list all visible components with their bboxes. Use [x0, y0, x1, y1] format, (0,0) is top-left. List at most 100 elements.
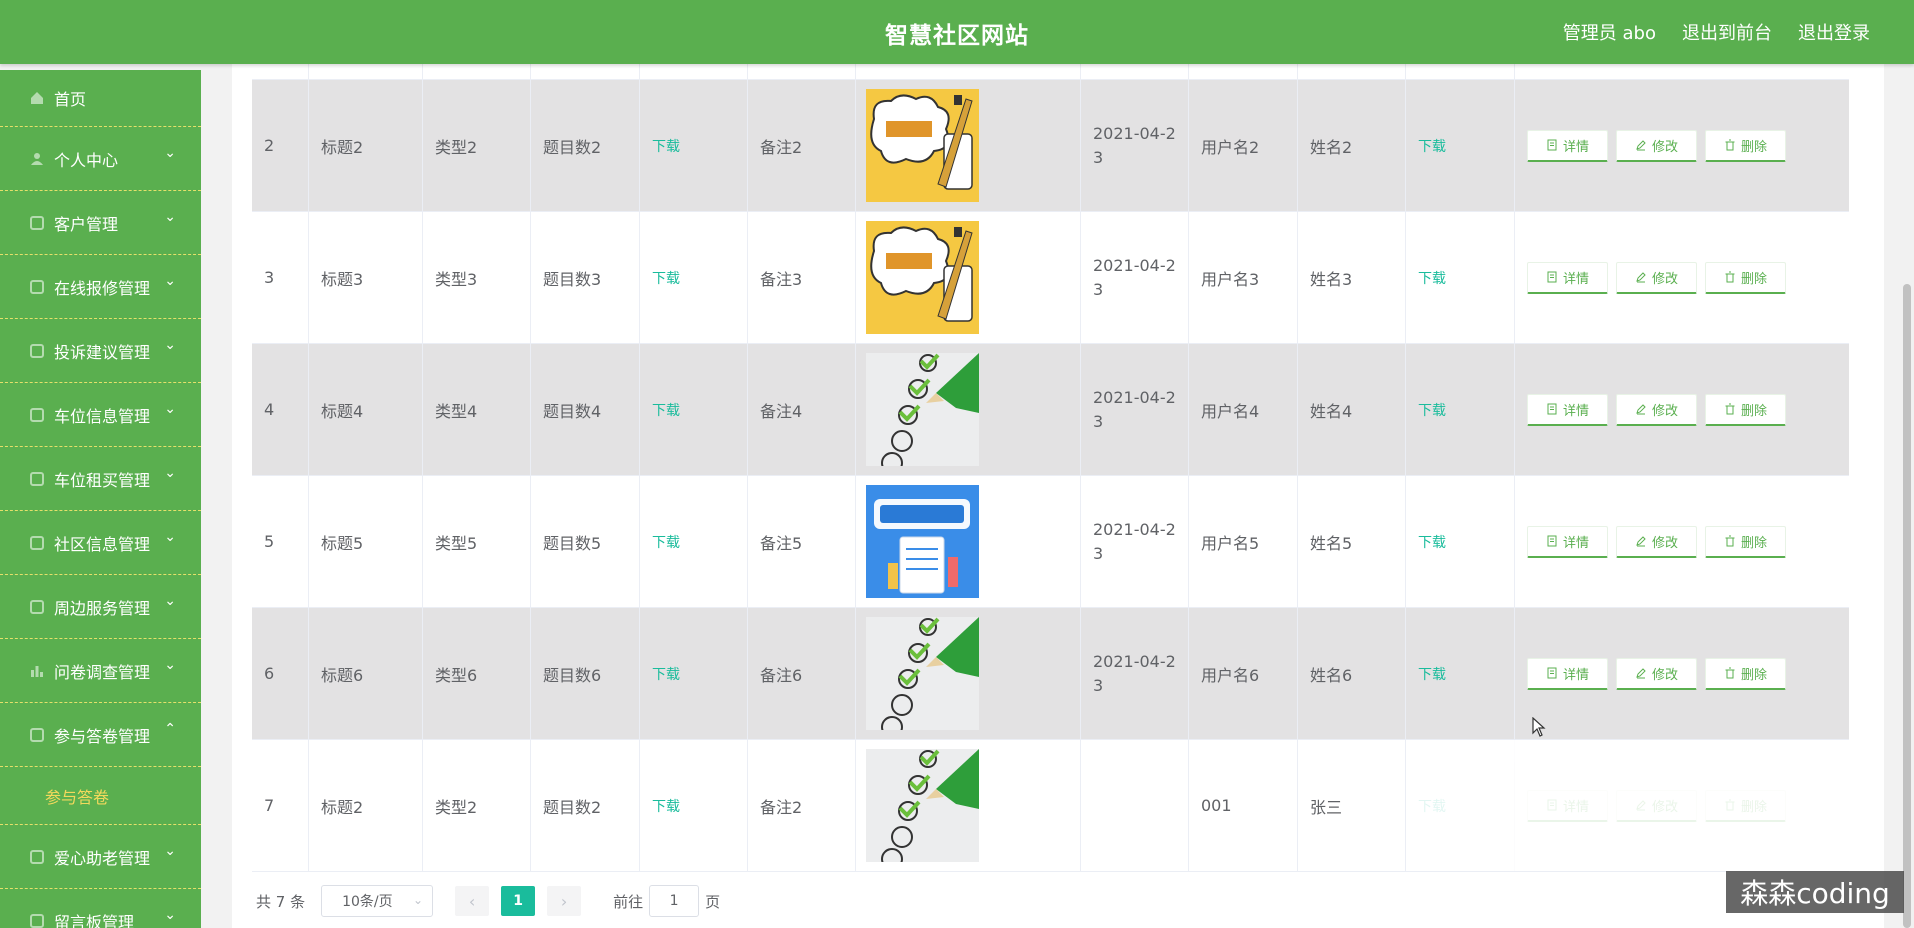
sidebar-item-5[interactable]: 车位信息管理 ⌄ [0, 383, 201, 447]
detail-button[interactable]: 详情 [1527, 657, 1608, 690]
edit-label: 修改 [1651, 667, 1678, 683]
delete-button[interactable]: 删除 [1705, 261, 1786, 294]
cell-remark: 备注6 [748, 608, 856, 739]
cell-id: 3 [252, 212, 309, 343]
data-table: 2 标题2 类型2 题目数2 下载 备注2 2021-04-2 3 用户名2 姓名2 下载 详情 修改删… [252, 64, 1849, 872]
back-to-front-link[interactable]: 退出到前台 [1682, 19, 1772, 45]
cell-name: 张三 [1298, 740, 1406, 871]
download-link[interactable]: 下载 [1418, 268, 1446, 288]
chevron-down-icon: ⌄ [164, 208, 176, 225]
goto-page-input[interactable]: 1 [649, 885, 700, 917]
cell-image [856, 476, 1081, 607]
cell-actions: 详情 修改 删除 [1515, 608, 1859, 739]
detail-label: 详情 [1562, 271, 1589, 287]
download-link[interactable]: 下载 [1418, 532, 1446, 552]
cell-type: 类型2 [423, 80, 531, 211]
page-number-current[interactable]: 1 [501, 886, 536, 916]
delete-button[interactable]: 删除 [1705, 129, 1786, 162]
info-icon [30, 535, 44, 550]
logout-link[interactable]: 退出登录 [1798, 19, 1870, 45]
edit-button[interactable]: 修改 [1616, 129, 1697, 162]
sidebar-item-11[interactable]: 爱心助老管理 ⌄ [0, 825, 201, 889]
download-link[interactable]: 下载 [1418, 664, 1446, 684]
page-size-select[interactable]: 10条/页 ⌄ [321, 885, 434, 917]
cell-type: 类型4 [423, 344, 531, 475]
cell-image [856, 212, 1081, 343]
detail-button[interactable]: 详情 [1527, 525, 1608, 558]
scrollbar-thumb[interactable] [1903, 284, 1911, 928]
edit-label: 修改 [1651, 139, 1678, 155]
sidebar-item-6[interactable]: 车位租买管理 ⌄ [0, 447, 201, 511]
cell-image [856, 608, 1081, 739]
download-link[interactable]: 下载 [652, 532, 680, 552]
sidebar-item-7[interactable]: 社区信息管理 ⌄ [0, 511, 201, 575]
detail-label: 详情 [1562, 535, 1589, 551]
detail-button[interactable]: 详情 [1527, 129, 1608, 162]
sidebar-item-label: 社区信息管理 [54, 534, 151, 554]
edit-button[interactable]: 修改 [1616, 261, 1697, 294]
page-size-value: 10条/页 [342, 894, 393, 910]
edit-button[interactable]: 修改 [1616, 393, 1697, 426]
edit-icon [1636, 536, 1646, 547]
delete-button[interactable]: 删除 [1705, 657, 1786, 690]
sidebar-item-8[interactable]: 周边服务管理 ⌄ [0, 575, 201, 639]
service-icon [30, 599, 44, 614]
edit-icon [1636, 140, 1646, 151]
sidebar-item-label: 客户管理 [54, 214, 119, 234]
edit-button[interactable]: 修改 [1616, 789, 1697, 822]
edit-label: 修改 [1651, 535, 1678, 551]
complaint-icon [30, 343, 44, 358]
table-row: 3 标题3 类型3 题目数3 下载 备注3 2021-04-2 3 用户名3 姓名3 下载 详情 修改删… [252, 212, 1849, 344]
date-line-1: 2021-04-2 [1093, 255, 1176, 275]
cell-remark: 备注2 [748, 80, 856, 211]
sidebar-item-9[interactable]: 问卷调查管理 ⌄ [0, 639, 201, 703]
detail-button[interactable]: 详情 [1527, 393, 1608, 426]
detail-label: 详情 [1562, 139, 1589, 155]
cell-question-count: 题目数5 [531, 476, 640, 607]
download-link[interactable]: 下载 [652, 664, 680, 684]
admin-label[interactable]: 管理员 abo [1563, 19, 1656, 45]
cell-date: 2021-04-2 3 [1081, 476, 1189, 607]
table-row: 6 标题6 类型6 题目数6 下载 备注6 2021-04-2 3 用户名6 姓名6 下载 详情 修改 删… [252, 608, 1849, 740]
prev-page-button[interactable]: ‹ [455, 886, 490, 916]
survey-blue-image [866, 485, 979, 598]
sidebar-item-12[interactable]: 留言板管理 ⌄ [0, 889, 201, 928]
cell-actions: 详情 修改 删除 [1515, 212, 1859, 343]
sidebar-item-2[interactable]: 客户管理 ⌄ [0, 191, 201, 255]
cell-username: 用户名4 [1189, 344, 1298, 475]
vertical-scrollbar[interactable] [1900, 64, 1914, 928]
detail-label: 详情 [1562, 667, 1589, 683]
date-line-2: 3 [1093, 675, 1104, 695]
detail-label: 详情 [1562, 799, 1589, 815]
delete-button[interactable]: 删除 [1705, 789, 1786, 822]
download-link[interactable]: 下载 [652, 136, 680, 156]
trash-icon [1725, 799, 1735, 811]
edit-label: 修改 [1651, 799, 1678, 815]
chevron-down-icon: ⌄ [164, 400, 176, 417]
sidebar-item-4[interactable]: 投诉建议管理 ⌄ [0, 319, 201, 383]
sidebar-item-3[interactable]: 在线报修管理 ⌄ [0, 255, 201, 319]
delete-button[interactable]: 删除 [1705, 393, 1786, 426]
download-link[interactable]: 下载 [652, 796, 680, 816]
detail-button[interactable]: 详情 [1527, 789, 1608, 822]
submenu-item-answer[interactable]: 参与答卷 [0, 767, 201, 825]
sidebar-item-10[interactable]: 参与答卷管理 ⌃ [0, 703, 201, 767]
cell-title: 标题6 [309, 608, 423, 739]
sidebar-item-label: 问卷调查管理 [54, 662, 151, 682]
sidebar-item-1[interactable]: 个人中心 ⌄ [0, 127, 201, 191]
delete-button[interactable]: 删除 [1705, 525, 1786, 558]
edit-button[interactable]: 修改 [1616, 657, 1697, 690]
download-link[interactable]: 下载 [1418, 400, 1446, 420]
cell-question-count: 题目数4 [531, 344, 640, 475]
detail-button[interactable]: 详情 [1527, 261, 1608, 294]
download-link[interactable]: 下载 [652, 400, 680, 420]
download-link[interactable]: 下载 [1418, 136, 1446, 156]
edit-button[interactable]: 修改 [1616, 525, 1697, 558]
cell-type: 类型5 [423, 476, 531, 607]
heart-icon [30, 849, 44, 864]
download-link[interactable]: 下载 [1418, 796, 1446, 816]
trash-icon [1725, 403, 1735, 415]
download-link[interactable]: 下载 [652, 268, 680, 288]
sidebar-item-0[interactable]: 首页 [0, 70, 201, 127]
next-page-button[interactable]: › [547, 886, 582, 916]
